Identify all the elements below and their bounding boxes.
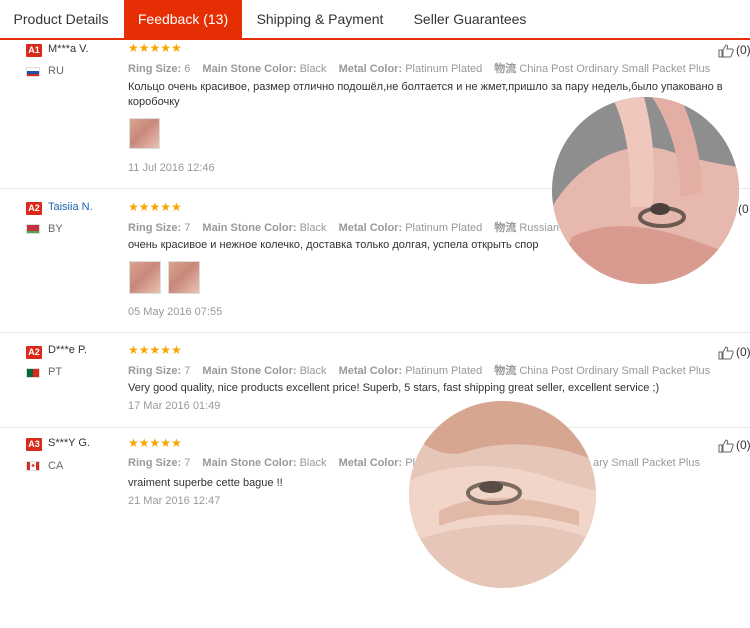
- flag-icon: [26, 224, 40, 234]
- star-rating: ★★★★★: [128, 343, 182, 357]
- tab-seller-guarantees[interactable]: Seller Guarantees: [400, 0, 540, 38]
- stone-color-label: Main Stone Color:: [202, 222, 297, 234]
- ring-size-value: 7: [184, 457, 191, 469]
- review-photo-thumbnail[interactable]: [129, 261, 161, 294]
- ring-size-label: Ring Size:: [128, 63, 182, 75]
- reviewer-country: CA: [48, 460, 64, 472]
- helpful-button[interactable]: (0): [718, 438, 750, 453]
- review-date: 11 Jul 2016 12:46: [128, 162, 215, 174]
- order-attributes: Ring Size: 7 Main Stone Color: Black Met…: [128, 457, 421, 469]
- review-item: A3 S***Y G. ✦ CA ★★★★★ Ring Size: 7 Main…: [0, 428, 750, 524]
- order-attributes: Ring Size: 7 Main Stone Color: Black Met…: [128, 362, 710, 378]
- stone-color-label: Main Stone Color:: [202, 365, 297, 377]
- stone-color-value: Black: [299, 457, 327, 469]
- flag-icon: [26, 67, 40, 77]
- metal-color-label: Metal Color:: [338, 457, 403, 469]
- thumbs-up-icon: [718, 44, 734, 58]
- hand-ring-photo: [409, 401, 596, 588]
- review-date: 05 May 2016 07:55: [128, 306, 223, 318]
- stone-color-label: Main Stone Color:: [202, 63, 297, 75]
- helpful-count: (0): [736, 438, 750, 452]
- shipping-value: China Post Ordinary Small Packet Plus: [519, 365, 711, 377]
- helpful-button[interactable]: (0): [718, 43, 750, 58]
- reviewer-country: PT: [48, 366, 63, 378]
- helpful-button[interactable]: (0: [738, 202, 749, 216]
- review-date: 21 Mar 2016 12:47: [128, 495, 221, 507]
- stone-color-label: Main Stone Color:: [202, 457, 297, 469]
- ring-size-label: Ring Size:: [128, 365, 182, 377]
- tab-shipping-payment[interactable]: Shipping & Payment: [244, 0, 396, 38]
- tab-product-details[interactable]: Product Details: [0, 0, 122, 38]
- metal-color-value: Platinum Plated: [405, 63, 483, 75]
- metal-color-label: Metal Color:: [338, 222, 403, 234]
- enlarged-review-photo: [552, 97, 739, 284]
- buyer-level-badge: A3: [26, 438, 42, 451]
- review-date: 17 Mar 2016 01:49: [128, 400, 221, 412]
- helpful-count: (0): [736, 43, 750, 57]
- tab-bar: Product Details Feedback (13) Shipping &…: [0, 0, 750, 40]
- thumbs-up-icon: [718, 439, 734, 453]
- flag-icon: [26, 368, 40, 378]
- reviewer-country: RU: [48, 65, 64, 77]
- review-text: Very good quality, nice products excelle…: [128, 382, 660, 394]
- ring-size-label: Ring Size:: [128, 222, 182, 234]
- review-photo-thumbnail[interactable]: [168, 261, 200, 294]
- metal-color-label: Metal Color:: [338, 365, 403, 377]
- helpful-button[interactable]: (0): [718, 345, 750, 360]
- reviewer-name: M***a V.: [48, 43, 89, 55]
- helpful-count: (0): [736, 345, 750, 359]
- reviewer-name: D***e P.: [48, 344, 87, 356]
- star-rating: ★★★★★: [128, 41, 182, 55]
- buyer-level-badge: A1: [26, 44, 42, 57]
- ring-size-label: Ring Size:: [128, 457, 182, 469]
- review-photo-thumbnail[interactable]: [129, 118, 160, 149]
- order-attributes: Ring Size: 6 Main Stone Color: Black Met…: [128, 60, 710, 76]
- tab-feedback[interactable]: Feedback (13): [124, 0, 242, 38]
- shipping-value: China Post Ordinary Small Packet Plus: [519, 63, 711, 75]
- hand-ring-photo: [552, 97, 739, 284]
- shipping-value: ary Small Packet Plus: [593, 457, 700, 469]
- ring-size-value: 7: [184, 222, 191, 234]
- enlarged-review-photo: [409, 401, 596, 588]
- ring-size-value: 6: [184, 63, 191, 75]
- helpful-count: (0: [738, 202, 749, 216]
- metal-color-value: Platinum Plated: [405, 222, 483, 234]
- metal-color-value: Platinum Plated: [405, 365, 483, 377]
- thumbs-up-icon: [718, 346, 734, 360]
- shipping-label: 物流: [494, 63, 517, 75]
- shipping-label: 物流: [494, 222, 517, 234]
- reviewer-country: BY: [48, 223, 63, 235]
- star-rating: ★★★★★: [128, 436, 182, 450]
- shipping-label: 物流: [494, 365, 517, 377]
- stone-color-value: Black: [299, 365, 327, 377]
- order-attributes: Ring Size: 7 Main Stone Color: Black Met…: [128, 219, 569, 235]
- buyer-level-badge: A2: [26, 346, 42, 359]
- buyer-level-badge: A2: [26, 202, 42, 215]
- ring-size-value: 7: [184, 365, 191, 377]
- reviewer-name[interactable]: Taisiia N.: [48, 201, 93, 213]
- metal-color-label: Metal Color:: [338, 63, 403, 75]
- star-rating: ★★★★★: [128, 200, 182, 214]
- stone-color-value: Black: [299, 63, 327, 75]
- reviewer-name: S***Y G.: [48, 437, 90, 449]
- flag-icon: ✦: [26, 461, 40, 471]
- review-item: A2 D***e P. PT ★★★★★ Ring Size: 7 Main S…: [0, 333, 750, 428]
- stone-color-value: Black: [299, 222, 327, 234]
